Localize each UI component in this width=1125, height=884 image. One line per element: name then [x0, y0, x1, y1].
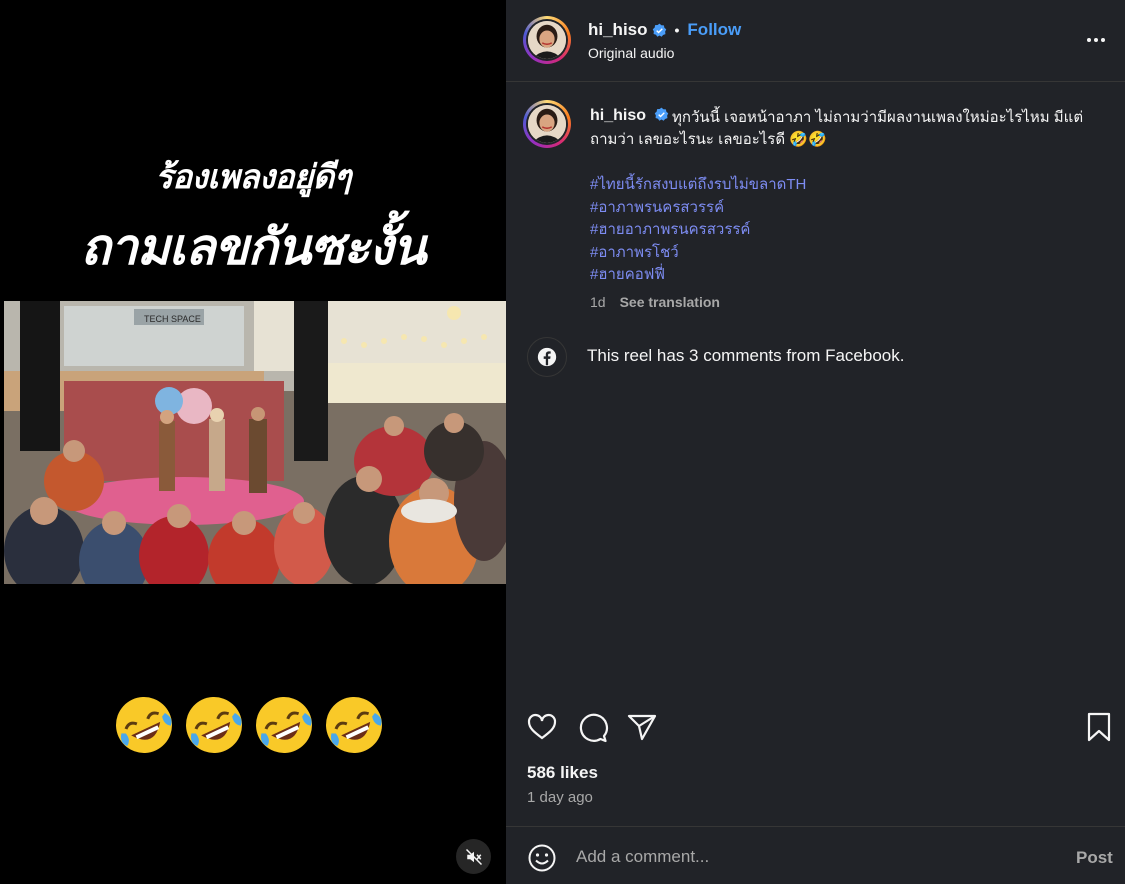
- action-bar: [506, 710, 1125, 744]
- author-username-link[interactable]: hi_hiso: [588, 20, 648, 40]
- comment-bubble-icon[interactable]: [575, 710, 609, 744]
- hashtag-list: #ไทยนี้รักสงบแต่ถึงรบไม่ขลาดTH #อาภาพรนค…: [590, 174, 806, 287]
- video-caption-line-1: ร้องเพลงอยู่ดีๆ: [155, 157, 351, 196]
- post-comment-button[interactable]: Post: [1076, 848, 1113, 868]
- speaker-muted-icon: [465, 848, 482, 865]
- svg-text:TECH SPACE: TECH SPACE: [144, 314, 201, 324]
- more-options-button[interactable]: [1084, 30, 1108, 50]
- original-audio-link[interactable]: Original audio: [588, 45, 674, 61]
- facebook-icon-badge: [527, 337, 567, 377]
- follow-button[interactable]: Follow: [687, 20, 741, 40]
- more-options-icon: [1087, 38, 1091, 42]
- like-heart-icon[interactable]: [525, 710, 559, 744]
- see-translation-link[interactable]: See translation: [620, 294, 720, 310]
- emoji-row: [112, 693, 386, 757]
- hashtag-link[interactable]: #อาภาพรโชว์: [590, 242, 806, 265]
- post-info-panel: hi_hiso • Follow Original audio hi_hiso …: [506, 0, 1125, 884]
- hashtag-link[interactable]: #ฮายคอฟฟี่: [590, 264, 806, 287]
- reel-media[interactable]: ร้องเพลงอยู่ดีๆ ถามเลขกันซะงั้น TECH SPA…: [0, 0, 506, 884]
- caption-text: ทุกวันนี้ เจอหน้าอาภา ไม่ถามว่ามีผลงานเพ…: [590, 107, 1100, 151]
- rofl-emoji-icon: [186, 697, 242, 753]
- comment-composer: Post: [506, 826, 1125, 884]
- rofl-emoji-icon: [116, 697, 172, 753]
- likes-count[interactable]: 586 likes: [527, 763, 598, 783]
- post-age[interactable]: 1d: [590, 294, 606, 310]
- facebook-comments-notice: This reel has 3 comments from Facebook.: [587, 346, 905, 365]
- video-caption-line-2: ถามเลขกันซะงั้น: [80, 218, 426, 276]
- add-comment-input[interactable]: [576, 841, 1046, 873]
- emoji-picker-icon[interactable]: [527, 843, 557, 873]
- facebook-icon: [537, 347, 557, 367]
- caption-meta: 1d See translation: [590, 294, 720, 310]
- caption-body: ทุกวันนี้ เจอหน้าอาภา ไม่ถามว่ามีผลงานเพ…: [590, 109, 1084, 148]
- caption-author-avatar[interactable]: [523, 100, 571, 148]
- author-avatar[interactable]: [523, 16, 571, 64]
- mute-toggle-button[interactable]: [456, 839, 491, 874]
- post-header: hi_hiso • Follow Original audio: [506, 0, 1125, 82]
- hashtag-link[interactable]: #ไทยนี้รักสงบแต่ถึงรบไม่ขลาดTH: [590, 174, 806, 197]
- post-timestamp[interactable]: 1 day ago: [527, 789, 593, 806]
- separator-dot: •: [674, 22, 680, 38]
- save-bookmark-icon[interactable]: [1082, 710, 1116, 744]
- rofl-emoji-icon: [256, 697, 312, 753]
- verified-badge-icon: [652, 23, 666, 37]
- event-photo: TECH SPACE: [4, 301, 506, 584]
- share-send-icon[interactable]: [625, 710, 659, 744]
- hashtag-link[interactable]: #อาภาพรนครสวรรค์: [590, 197, 806, 220]
- hashtag-link[interactable]: #ฮายอาภาพรนครสวรรค์: [590, 219, 806, 242]
- rofl-emoji-icon: [326, 697, 382, 753]
